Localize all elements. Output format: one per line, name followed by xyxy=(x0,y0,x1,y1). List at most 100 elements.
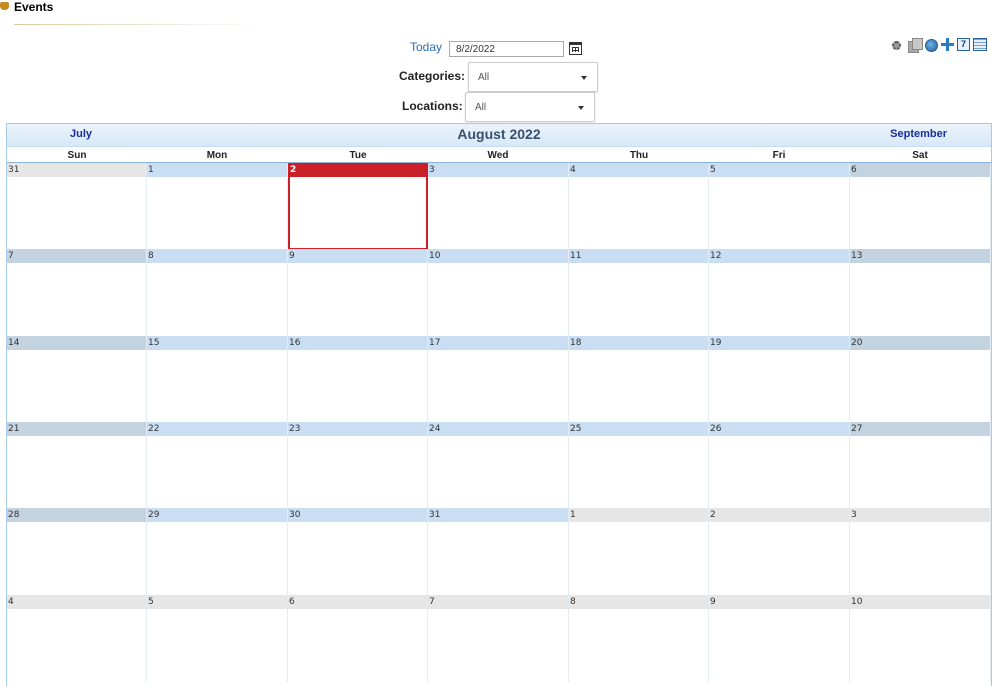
day-number[interactable]: 18 xyxy=(569,336,708,350)
day-number[interactable]: 3 xyxy=(428,163,568,177)
copy-icon[interactable] xyxy=(908,38,923,53)
categories-select[interactable]: All xyxy=(468,62,598,92)
day-number[interactable]: 8 xyxy=(569,595,708,609)
day-cell[interactable]: 9 xyxy=(288,249,428,336)
day-cell[interactable]: 24 xyxy=(428,422,569,509)
day-number[interactable]: 14 xyxy=(7,336,146,350)
day-cell[interactable]: 3 xyxy=(850,508,991,595)
day-cell[interactable]: 7 xyxy=(428,595,569,682)
calendar-picker-icon[interactable] xyxy=(569,42,582,55)
day-cell[interactable]: 9 xyxy=(709,595,850,682)
day-cell[interactable]: 18 xyxy=(569,336,709,423)
day-number[interactable]: 10 xyxy=(428,249,568,263)
day-number[interactable]: 7 xyxy=(7,249,146,263)
day-cell[interactable]: 28 xyxy=(7,508,147,595)
day-number[interactable]: 5 xyxy=(147,595,287,609)
day-number[interactable]: 3 xyxy=(850,508,990,522)
day-number[interactable]: 21 xyxy=(7,422,146,436)
day-number[interactable]: 30 xyxy=(288,508,427,522)
day-cell[interactable]: 31 xyxy=(7,163,147,250)
header-divider xyxy=(14,24,264,25)
day-number[interactable]: 31 xyxy=(7,163,146,177)
day-cell[interactable]: 10 xyxy=(428,249,569,336)
day-cell[interactable]: 15 xyxy=(147,336,288,423)
day-cell[interactable]: 23 xyxy=(288,422,428,509)
day-number[interactable]: 28 xyxy=(7,508,146,522)
day-cell[interactable]: 11 xyxy=(569,249,709,336)
day-cell[interactable]: 3 xyxy=(428,163,569,250)
day-cell[interactable]: 10 xyxy=(850,595,991,682)
day-cell[interactable]: 5 xyxy=(709,163,850,250)
month-calendar: July August 2022 September Sun Mon Tue W… xyxy=(6,123,992,686)
month-view-icon[interactable] xyxy=(973,38,987,51)
day-cell[interactable]: 14 xyxy=(7,336,147,423)
day-number[interactable]: 13 xyxy=(850,249,990,263)
day-cell[interactable]: 12 xyxy=(709,249,850,336)
day-number[interactable]: 9 xyxy=(709,595,849,609)
day-cell[interactable]: 27 xyxy=(850,422,991,509)
day-number[interactable]: 23 xyxy=(288,422,427,436)
day-number[interactable]: 4 xyxy=(569,163,708,177)
refresh-icon[interactable] xyxy=(925,39,938,52)
day-cell[interactable]: 22 xyxy=(147,422,288,509)
day-number[interactable]: 22 xyxy=(147,422,287,436)
day-cell[interactable]: 29 xyxy=(147,508,288,595)
day-number[interactable]: 2 xyxy=(709,508,849,522)
day-cell[interactable]: 25 xyxy=(569,422,709,509)
day-number[interactable]: 26 xyxy=(709,422,849,436)
day-cell[interactable]: 8 xyxy=(569,595,709,682)
day-cell[interactable]: 4 xyxy=(7,595,147,682)
today-link[interactable]: Today xyxy=(410,40,442,54)
weekday-header: Fri xyxy=(772,150,786,161)
date-input[interactable] xyxy=(449,41,564,57)
day-number[interactable]: 10 xyxy=(850,595,990,609)
day-cell[interactable]: 20 xyxy=(850,336,991,423)
day-cell[interactable]: 19 xyxy=(709,336,850,423)
day-cell[interactable]: 4 xyxy=(569,163,709,250)
day-number[interactable]: 8 xyxy=(147,249,287,263)
locations-select[interactable]: All xyxy=(465,92,595,122)
day-number[interactable]: 7 xyxy=(428,595,568,609)
day-number[interactable]: 15 xyxy=(147,336,287,350)
day-cell[interactable]: 26 xyxy=(709,422,850,509)
day-number[interactable]: 6 xyxy=(850,163,990,177)
day-cell[interactable]: 21 xyxy=(7,422,147,509)
day-cell[interactable]: 6 xyxy=(288,595,428,682)
day-number[interactable]: 12 xyxy=(709,249,849,263)
day-cell[interactable]: 8 xyxy=(147,249,288,336)
day-number[interactable]: 29 xyxy=(147,508,287,522)
day-number[interactable]: 6 xyxy=(288,595,427,609)
day-number[interactable]: 9 xyxy=(288,249,427,263)
day-cell[interactable]: 31 xyxy=(428,508,569,595)
day-number[interactable]: 2 xyxy=(288,163,428,177)
plus-icon[interactable] xyxy=(941,38,954,51)
day-cell[interactable]: 7 xyxy=(7,249,147,336)
locations-label: Locations: xyxy=(402,99,463,113)
day-number[interactable]: 1 xyxy=(569,508,708,522)
day-number[interactable]: 27 xyxy=(850,422,990,436)
day-cell[interactable]: 1 xyxy=(569,508,709,595)
day-cell[interactable]: 2 xyxy=(709,508,850,595)
day-number[interactable]: 25 xyxy=(569,422,708,436)
day-cell[interactable]: 16 xyxy=(288,336,428,423)
day-number[interactable]: 17 xyxy=(428,336,568,350)
gear-icon[interactable] xyxy=(892,41,901,50)
day-number[interactable]: 19 xyxy=(709,336,849,350)
day-number[interactable]: 16 xyxy=(288,336,427,350)
day-number[interactable]: 20 xyxy=(850,336,990,350)
day-cell-today[interactable]: 2 xyxy=(288,163,428,250)
next-month-link[interactable]: September xyxy=(890,128,947,140)
day-number[interactable]: 4 xyxy=(7,595,146,609)
day-cell[interactable]: 17 xyxy=(428,336,569,423)
day-cell[interactable]: 13 xyxy=(850,249,991,336)
day-cell[interactable]: 30 xyxy=(288,508,428,595)
day-cell[interactable]: 1 xyxy=(147,163,288,250)
day-number[interactable]: 11 xyxy=(569,249,708,263)
day-cell[interactable]: 5 xyxy=(147,595,288,682)
day-number[interactable]: 31 xyxy=(428,508,568,522)
day-cell[interactable]: 6 xyxy=(850,163,991,250)
day-number[interactable]: 24 xyxy=(428,422,568,436)
day-number[interactable]: 5 xyxy=(709,163,849,177)
week-view-icon[interactable]: 7 xyxy=(957,38,970,51)
day-number[interactable]: 1 xyxy=(147,163,287,177)
